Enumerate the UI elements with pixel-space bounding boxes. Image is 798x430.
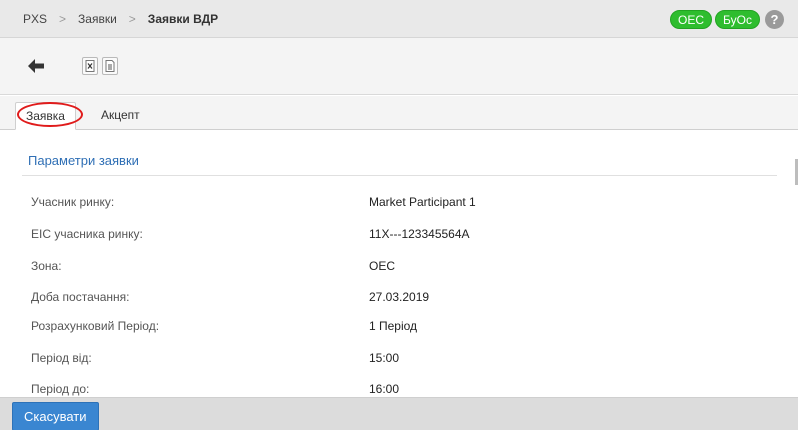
highlight-circle — [17, 102, 83, 127]
section-title: Параметри заявки — [28, 153, 139, 168]
badge-oes[interactable]: ОЕС — [670, 10, 713, 29]
breadcrumb-current: Заявки ВДР — [147, 12, 219, 26]
field-value: ОЕС — [369, 259, 396, 273]
field-label: Учасник ринку: — [31, 195, 115, 209]
export-document-button[interactable] — [102, 57, 118, 75]
section-divider — [22, 175, 777, 176]
excel-file-icon — [85, 60, 95, 72]
footer-bar: Скасувати — [0, 397, 798, 430]
field-row-zone: Зона: ОЕС — [0, 251, 798, 281]
field-row-period-from: Період від: 15:00 — [0, 343, 798, 373]
export-excel-button[interactable] — [82, 57, 98, 75]
breadcrumb-separator-icon: > — [128, 12, 136, 26]
badge-buos[interactable]: БуОс — [715, 10, 760, 29]
field-label: Період до: — [31, 382, 90, 396]
field-row-market-participant: Учасник ринку: Market Participant 1 — [0, 187, 798, 217]
breadcrumb: PXS > Заявки > Заявки ВДР — [23, 12, 218, 26]
field-label: Розрахунковий Період: — [31, 319, 160, 333]
back-button[interactable] — [26, 56, 46, 76]
field-row-delivery-day: Доба постачання: 27.03.2019 — [0, 282, 798, 312]
field-value: 15:00 — [369, 351, 400, 365]
breadcrumb-separator-icon: > — [59, 12, 67, 26]
field-value: 27.03.2019 — [369, 290, 430, 304]
breadcrumb-item-pxs[interactable]: PXS — [23, 12, 47, 26]
cancel-button[interactable]: Скасувати — [12, 402, 99, 430]
tab-accept[interactable]: Акцепт — [91, 102, 150, 130]
header-badges: ОЕС БуОс ? — [670, 10, 784, 29]
arrow-left-icon — [28, 59, 44, 73]
field-value: Market Participant 1 — [369, 195, 476, 209]
field-value: 11X---123345564A — [369, 227, 470, 241]
field-label: Зона: — [31, 259, 62, 273]
tab-bar: Заявка Акцепт — [0, 96, 798, 130]
field-value: 1 Період — [369, 319, 418, 333]
field-label: EIC учасника ринку: — [31, 227, 143, 241]
request-parameters-panel: Параметри заявки Учасник ринку: Market P… — [0, 131, 798, 397]
field-row-eic: EIC учасника ринку: 11X---123345564A — [0, 219, 798, 249]
document-icon — [105, 60, 115, 72]
toolbar — [0, 38, 798, 95]
field-value: 16:00 — [369, 382, 400, 396]
field-label: Період від: — [31, 351, 92, 365]
field-label: Доба постачання: — [31, 290, 130, 304]
field-row-settlement-period: Розрахунковий Період: 1 Період — [0, 311, 798, 341]
top-bar: PXS > Заявки > Заявки ВДР ОЕС БуОс ? — [0, 0, 798, 38]
breadcrumb-item-requests[interactable]: Заявки — [78, 12, 117, 26]
help-icon[interactable]: ? — [765, 10, 784, 29]
